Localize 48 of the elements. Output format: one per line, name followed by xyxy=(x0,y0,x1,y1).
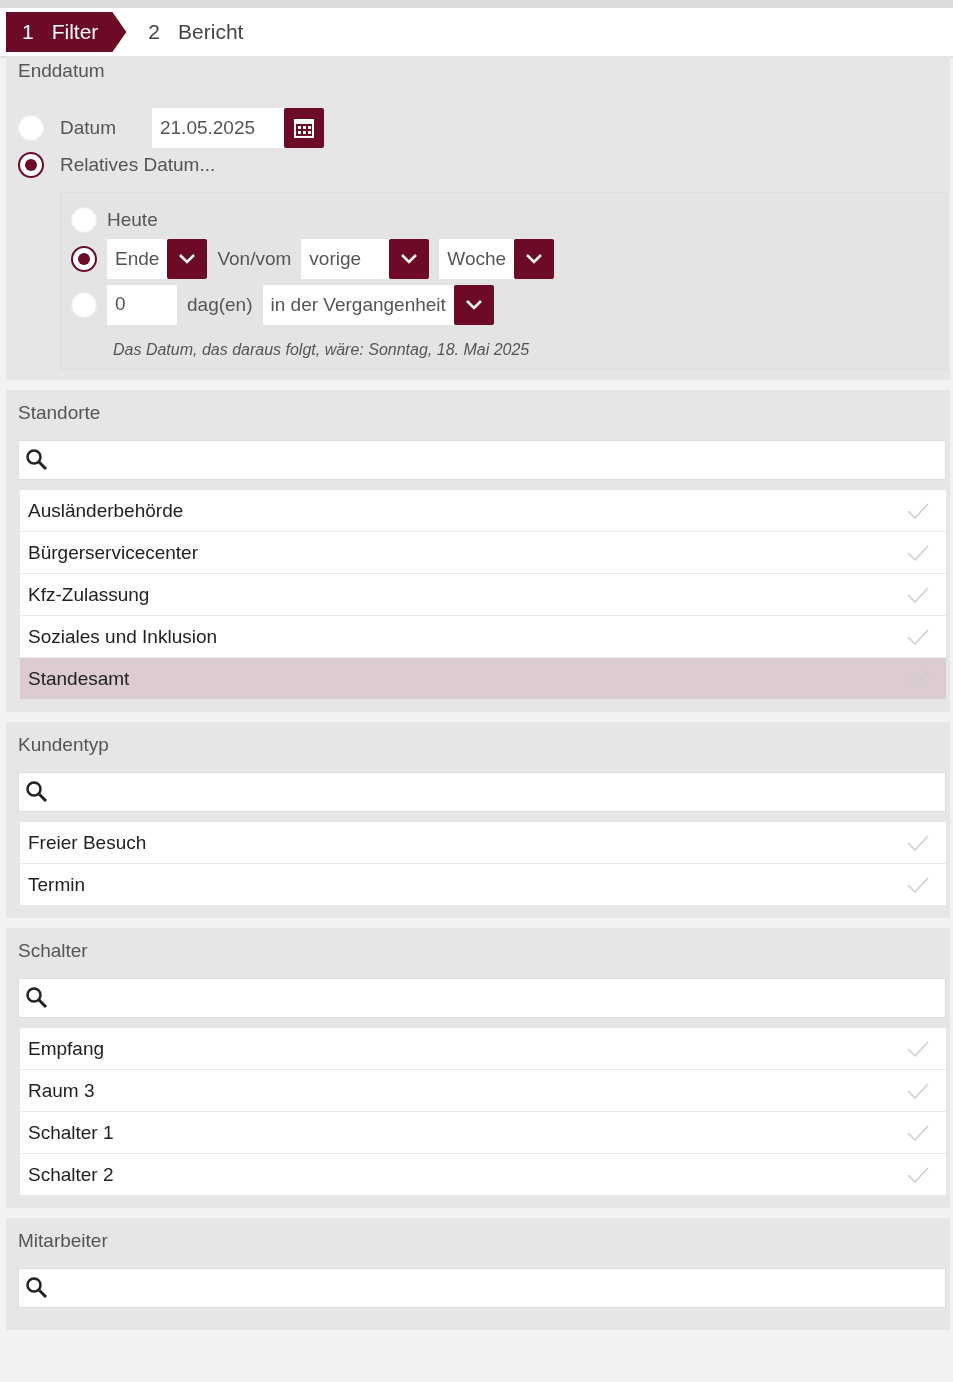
option-label: Von/vom xyxy=(217,248,292,270)
section-title: Kundentyp xyxy=(18,734,109,756)
section-title: Mitarbeiter xyxy=(18,1230,108,1252)
check-icon xyxy=(906,875,930,894)
check-icon xyxy=(906,543,930,562)
check-icon xyxy=(906,627,930,646)
calendar-icon xyxy=(292,117,315,139)
search-icon xyxy=(25,780,49,804)
check-icon xyxy=(906,1165,930,1184)
check-icon xyxy=(906,501,930,520)
number-field[interactable]: 0 xyxy=(107,285,177,325)
list-item[interactable]: Termin xyxy=(20,864,946,906)
unit-label: dag(en) xyxy=(187,294,253,316)
check-icon xyxy=(906,833,930,852)
radio-label: Relatives Datum... xyxy=(60,154,216,176)
date-field[interactable]: 21.05.2025 xyxy=(151,108,284,148)
section-title: Enddatum xyxy=(18,60,105,82)
check-icon xyxy=(906,1039,930,1058)
option-label: Heute xyxy=(107,209,158,231)
section-title: Standorte xyxy=(18,402,101,424)
search-icon xyxy=(25,448,49,472)
list-item[interactable]: Schalter 2 xyxy=(20,1154,946,1196)
check-icon xyxy=(906,585,930,604)
list-item[interactable]: Schalter 1 xyxy=(20,1112,946,1154)
search-icon xyxy=(25,1276,49,1300)
list-item[interactable]: Freier Besuch xyxy=(20,822,946,864)
chevron-down-icon xyxy=(178,253,197,265)
list-item[interactable]: Kfz-Zulassung xyxy=(20,574,946,616)
list-item[interactable]: Empfang xyxy=(20,1028,946,1070)
chevron-down-icon xyxy=(525,253,544,265)
search-icon xyxy=(25,986,49,1010)
list-item[interactable]: Bürgerservicecenter xyxy=(20,532,946,574)
list-item[interactable]: Soziales und Inklusion xyxy=(20,616,946,658)
radio-label: Datum xyxy=(60,117,116,139)
list-item[interactable]: Ausländerbehörde xyxy=(20,490,946,532)
radio-button[interactable] xyxy=(71,246,97,272)
chevron-down-icon xyxy=(464,299,483,311)
check-icon xyxy=(906,1081,930,1100)
calendar-button[interactable] xyxy=(283,108,324,148)
radio-button[interactable] xyxy=(18,152,44,178)
step-tab[interactable]: 2 Bericht xyxy=(132,12,272,52)
check-icon xyxy=(906,1123,930,1142)
chevron-down-icon xyxy=(400,253,419,265)
list-item[interactable]: Raum 3 xyxy=(20,1070,946,1112)
section-title: Schalter xyxy=(18,940,88,962)
result-text: Das Datum, das daraus folgt, wäre: Sonntag, 18. Mai 2025 xyxy=(113,341,530,359)
list-item[interactable]: Standesamt xyxy=(20,658,946,700)
step-tab[interactable]: 1 Filter xyxy=(6,12,127,52)
